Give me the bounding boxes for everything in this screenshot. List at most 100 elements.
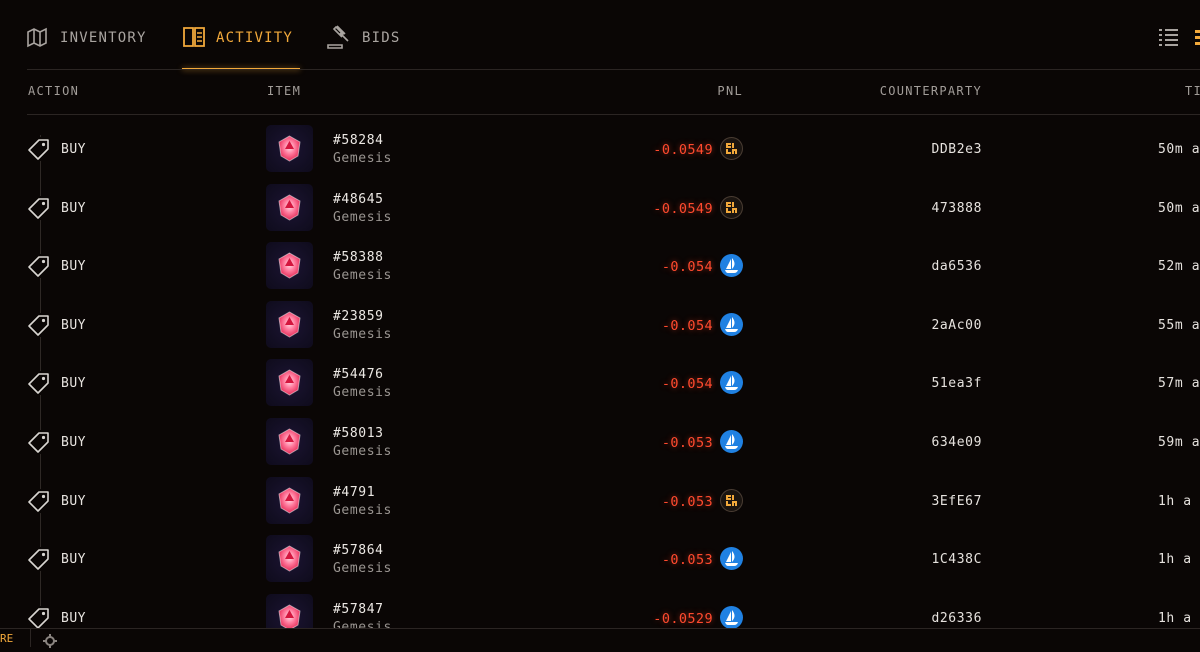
item-id[interactable]: #4791 — [333, 485, 375, 500]
pnl-value: -0.0549 — [653, 142, 713, 158]
counterparty-address[interactable]: 473888 — [931, 201, 982, 216]
table-row[interactable]: BUY #58284 Gemesis -0.0549 DDB2e3 50m a — [0, 115, 1200, 174]
table-row[interactable]: BUY #58013 Gemesis -0.053 634e09 59m a — [0, 408, 1200, 467]
time-ago: 1h a — [1158, 493, 1192, 509]
grid-view-icon[interactable] — [1194, 26, 1200, 52]
time-ago: 59m a — [1158, 435, 1200, 450]
item-collection: Gemesis — [333, 502, 392, 518]
action-label: BUY — [61, 200, 86, 216]
item-id[interactable]: #54476 — [333, 367, 384, 382]
pnl-value: -0.053 — [661, 552, 713, 569]
item-id[interactable]: #57864 — [333, 543, 384, 558]
table-row[interactable]: BUY #23859 Gemesis -0.054 2aAc00 55m a — [0, 291, 1200, 350]
item-thumbnail[interactable] — [266, 476, 313, 524]
item-thumbnail[interactable] — [266, 183, 313, 231]
opensea-icon[interactable] — [720, 254, 743, 278]
bottom-divider — [30, 629, 31, 647]
item-thumbnail[interactable] — [266, 535, 313, 583]
pnl-value: -0.054 — [661, 259, 713, 276]
tabs-divider — [27, 69, 1200, 70]
view-toggle — [1158, 26, 1200, 52]
bottom-bar-label[interactable]: RE — [0, 632, 13, 645]
table-row[interactable]: BUY #54476 Gemesis -0.054 51ea3f 57m a — [0, 349, 1200, 408]
item-thumbnail[interactable] — [266, 300, 313, 348]
counterparty-address[interactable]: 51ea3f — [931, 376, 982, 391]
item-id[interactable]: #23859 — [333, 309, 384, 324]
item-thumbnail[interactable] — [266, 418, 313, 465]
counterparty-address[interactable]: da6536 — [931, 259, 982, 274]
counterparty-address[interactable]: 1C438C — [931, 552, 982, 567]
tag-icon — [26, 371, 52, 396]
time-ago: 52m a — [1158, 259, 1200, 275]
item-collection: Gemesis — [333, 619, 392, 628]
list-view-icon[interactable] — [1158, 26, 1180, 52]
item-thumbnail[interactable] — [266, 593, 313, 628]
item-collection: Gemesis — [333, 209, 392, 225]
opensea-icon[interactable] — [720, 371, 743, 395]
column-header-action[interactable]: ACTION — [28, 84, 79, 98]
table-row[interactable]: BUY #57864 Gemesis -0.053 1C438C 1h a — [0, 525, 1200, 584]
item-thumbnail[interactable] — [266, 125, 313, 172]
tab-inventory[interactable]: INVENTORY — [26, 22, 147, 70]
tab-bids[interactable]: BIDS — [326, 22, 401, 70]
item-collection: Gemesis — [333, 151, 392, 166]
tab-bids-label: BIDS — [362, 30, 401, 46]
table-row[interactable]: BUY #57847 Gemesis -0.0529 d26336 1h a — [0, 584, 1200, 628]
counterparty-address[interactable]: 634e09 — [931, 435, 982, 450]
tag-icon — [26, 605, 52, 628]
blur-icon[interactable] — [720, 137, 743, 160]
bottom-bar: RE — [0, 628, 1200, 648]
item-id[interactable]: #48645 — [333, 192, 384, 207]
tag-icon — [26, 137, 52, 161]
tag-icon — [26, 254, 52, 279]
time-ago: 57m a — [1158, 376, 1200, 392]
pnl-value: -0.054 — [661, 317, 713, 334]
item-thumbnail[interactable] — [266, 242, 313, 290]
table-header: ACTION ITEM PNL COUNTERPARTY TI — [0, 84, 1200, 104]
column-header-time[interactable]: TI — [1185, 84, 1200, 98]
counterparty-address[interactable]: 3EfE67 — [931, 494, 982, 509]
action-label: BUY — [61, 317, 86, 333]
pnl-value: -0.0529 — [653, 610, 713, 627]
action-label: BUY — [61, 493, 86, 509]
tag-icon — [26, 312, 52, 337]
opensea-icon[interactable] — [720, 547, 743, 571]
table-row[interactable]: BUY #4791 Gemesis -0.053 3EfE67 1h a — [0, 467, 1200, 526]
tab-bar: INVENTORY ACTIVITY BIDS — [0, 0, 1200, 70]
time-ago: 55m a — [1158, 317, 1200, 333]
item-thumbnail[interactable] — [266, 359, 313, 407]
table-row[interactable]: BUY #48645 Gemesis -0.0549 473888 50m a — [0, 174, 1200, 233]
book-icon — [183, 27, 205, 47]
tab-activity-label: ACTIVITY — [216, 30, 294, 46]
gear-icon[interactable] — [43, 633, 57, 652]
item-collection: Gemesis — [333, 326, 392, 342]
blur-icon[interactable] — [720, 195, 743, 219]
item-id[interactable]: #58388 — [333, 250, 384, 265]
column-header-pnl[interactable]: PNL — [717, 84, 743, 98]
tab-activity[interactable]: ACTIVITY — [182, 22, 300, 70]
time-ago: 1h a — [1158, 552, 1192, 568]
gavel-icon — [327, 25, 349, 49]
column-header-counterparty[interactable]: COUNTERPARTY — [880, 84, 982, 98]
item-collection: Gemesis — [333, 385, 392, 401]
counterparty-address[interactable]: d26336 — [931, 611, 982, 626]
item-id[interactable]: #57847 — [333, 602, 384, 617]
opensea-icon[interactable] — [720, 605, 743, 628]
map-icon — [27, 27, 47, 48]
item-id[interactable]: #58013 — [333, 426, 384, 441]
opensea-icon[interactable] — [720, 430, 743, 453]
table-row[interactable]: BUY #58388 Gemesis -0.054 da6536 52m a — [0, 232, 1200, 291]
pnl-value: -0.053 — [661, 435, 713, 451]
tag-icon — [26, 488, 52, 513]
blur-icon[interactable] — [720, 488, 743, 512]
counterparty-address[interactable]: DDB2e3 — [931, 142, 982, 157]
counterparty-address[interactable]: 2aAc00 — [931, 318, 982, 333]
tag-icon — [26, 547, 52, 572]
action-label: BUY — [61, 435, 86, 450]
pnl-value: -0.053 — [661, 493, 713, 510]
action-label: BUY — [61, 259, 86, 275]
item-id[interactable]: #58284 — [333, 133, 384, 148]
opensea-icon[interactable] — [720, 312, 743, 336]
column-header-item[interactable]: ITEM — [267, 84, 301, 98]
action-label: BUY — [61, 142, 86, 157]
